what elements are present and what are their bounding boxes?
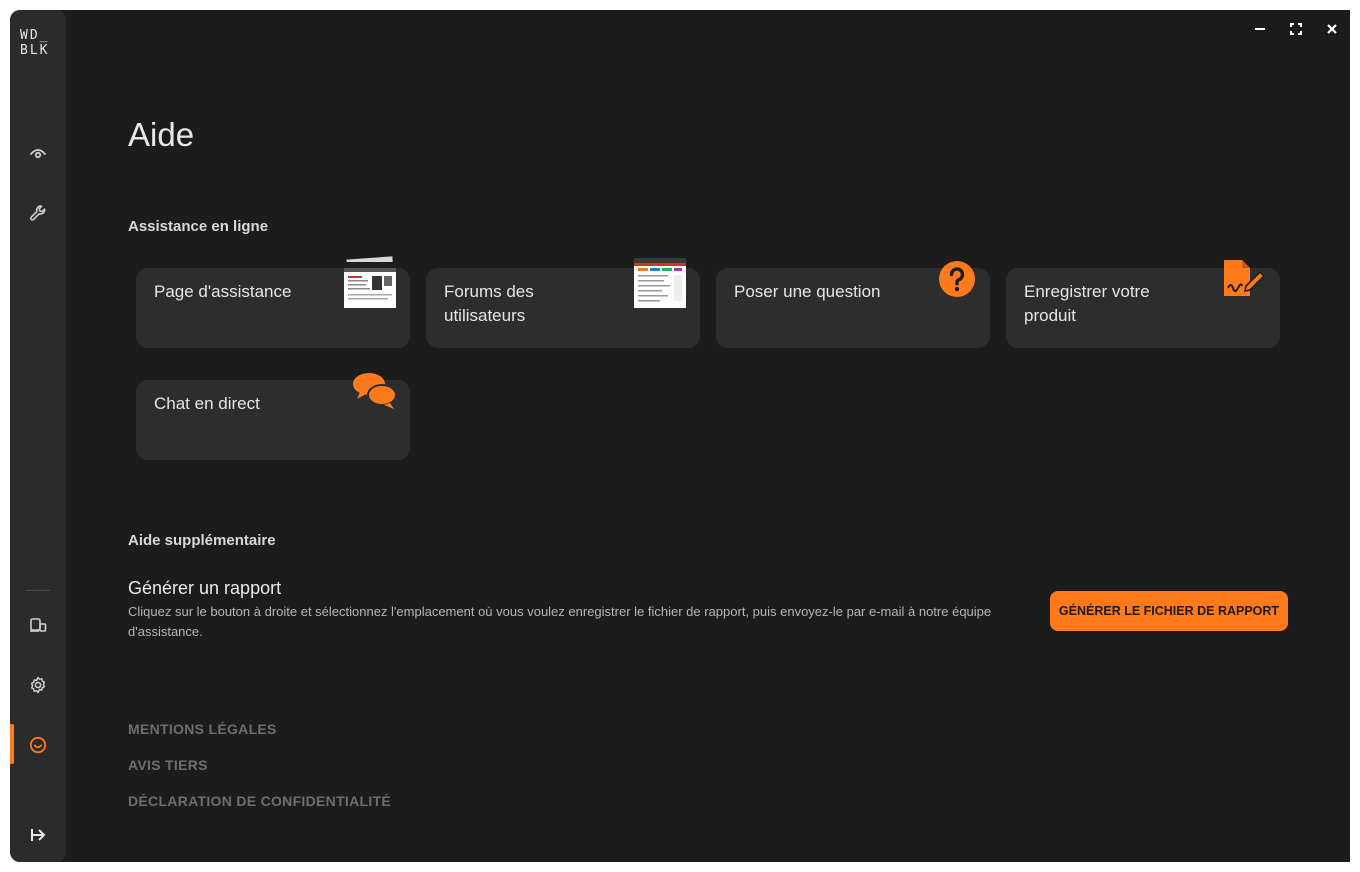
card-label: Enregistrer votre produit xyxy=(1024,282,1150,325)
card-support-page[interactable]: Page d'assistance xyxy=(136,256,410,348)
card-label: Chat en direct xyxy=(154,394,260,413)
chat-bubbles-icon xyxy=(353,373,397,409)
eye-icon xyxy=(30,149,46,159)
question-circle-icon xyxy=(939,261,975,297)
sidebar: WD_ BLK xyxy=(10,10,66,862)
card-label: Poser une question xyxy=(734,282,881,301)
card-live-chat[interactable]: Chat en direct xyxy=(136,373,410,460)
logo-line-2: BLK xyxy=(20,43,50,58)
main-content: Aide Assistance en ligne Page d'assistan… xyxy=(128,10,1350,862)
card-register-product[interactable]: Enregistrer votre produit xyxy=(1006,260,1280,348)
web-page-thumbnail xyxy=(344,256,396,308)
legal-notices-link[interactable]: MENTIONS LÉGALES xyxy=(128,721,277,737)
report-title: Générer un rapport xyxy=(128,578,282,598)
wd-black-logo: WD_ BLK xyxy=(20,28,60,58)
privacy-statement-link[interactable]: DÉCLARATION DE CONFIDENTIALITÉ xyxy=(128,793,391,809)
sidebar-divider xyxy=(26,590,50,591)
forum-thumbnail xyxy=(634,258,686,308)
card-label: Page d'assistance xyxy=(154,282,292,301)
gear-icon xyxy=(30,676,46,694)
online-support-heading: Assistance en ligne xyxy=(128,218,269,235)
additional-help-heading: Aide supplémentaire xyxy=(128,532,276,549)
sidebar-item-settings[interactable] xyxy=(23,670,53,700)
register-document-icon xyxy=(1224,260,1266,296)
sidebar-item-tools[interactable] xyxy=(23,198,53,228)
sidebar-item-exit[interactable] xyxy=(23,820,53,850)
page-title: Aide xyxy=(128,116,195,153)
report-description: Cliquez sur le bouton à droite et sélect… xyxy=(128,604,992,639)
sidebar-item-dashboard[interactable] xyxy=(23,138,53,168)
sidebar-item-help[interactable] xyxy=(23,730,53,760)
card-ask-question[interactable]: Poser une question xyxy=(716,261,990,348)
app-window: WD_ BLK Aide Assistance en ligne Page d'… xyxy=(10,10,1350,862)
card-label: Forums des utilisateurs xyxy=(444,282,534,325)
wrench-icon xyxy=(30,205,46,221)
exit-icon xyxy=(31,829,46,841)
devices-icon xyxy=(30,618,47,632)
active-indicator xyxy=(10,724,14,764)
sidebar-item-devices[interactable] xyxy=(23,610,53,640)
generate-report-button[interactable]: GÉNÉRER LE FICHIER DE RAPPORT xyxy=(1050,591,1288,631)
smile-icon xyxy=(29,736,47,754)
logo-line-1: WD_ xyxy=(20,28,50,43)
card-user-forums[interactable]: Forums des utilisateurs xyxy=(426,258,700,348)
third-party-notices-link[interactable]: AVIS TIERS xyxy=(128,757,208,773)
